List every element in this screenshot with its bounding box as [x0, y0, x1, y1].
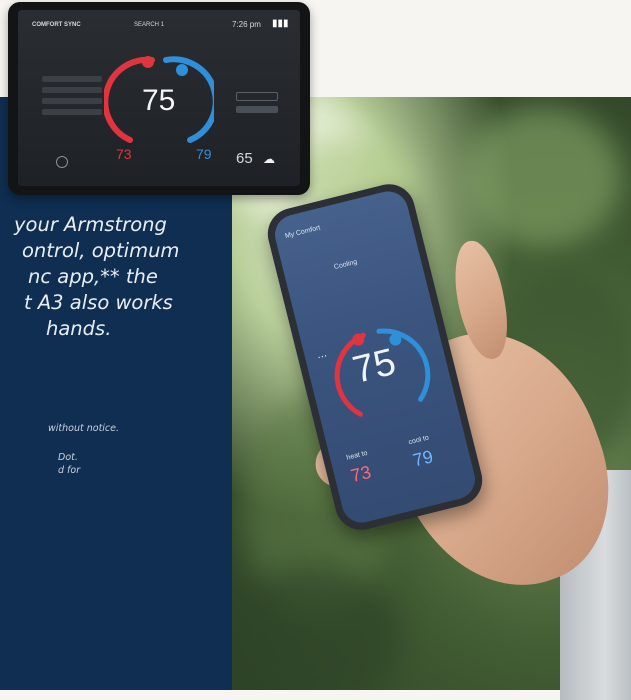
tablet-brand: COMFORT SYNC — [32, 22, 81, 28]
phone-title: My Comfort — [284, 224, 322, 241]
weather-cloud-icon: ☁ — [263, 152, 275, 166]
outdoor-temperature: 65 — [236, 150, 253, 167]
feature-description: your Armstrong ontrol, optimum nc app,**… — [0, 212, 228, 342]
footnote-1: without notice. — [48, 423, 120, 434]
tablet-zone: SEARCH 1 — [134, 22, 165, 28]
home-icon[interactable] — [56, 156, 68, 168]
tablet-side-buttons — [236, 92, 278, 113]
tablet-menu — [42, 76, 102, 120]
phone-mode: Cooling — [333, 258, 359, 272]
tablet-heat-setpoint[interactable]: 73 — [116, 146, 132, 162]
cool-to-label: cool to — [407, 434, 430, 447]
description-line-1: your Armstrong — [14, 213, 167, 236]
tablet-temperature: 75 — [142, 84, 176, 117]
tablet-cool-setpoint[interactable]: 79 — [196, 146, 212, 162]
phone-heat-setpoint[interactable]: 73 — [349, 462, 374, 487]
footnote-2: Dot. — [58, 452, 78, 463]
thermostat-screen: COMFORT SYNC SEARCH 1 7:26 pm ▮▮▮ 75 73 … — [18, 10, 300, 186]
heat-to-label: heat to — [345, 449, 369, 462]
description-line-3: nc app,** the — [28, 265, 158, 288]
signal-icon: ▮▮▮ — [272, 18, 289, 29]
footnote-3: d for — [58, 465, 81, 476]
thermostat-tablet: COMFORT SYNC SEARCH 1 7:26 pm ▮▮▮ 75 73 … — [8, 2, 310, 195]
description-line-5: hands. — [46, 317, 112, 340]
tablet-time: 7:26 pm — [232, 20, 261, 29]
phone-cool-setpoint[interactable]: 79 — [411, 446, 436, 471]
description-line-2: ontrol, optimum — [22, 239, 180, 262]
description-line-4: t A3 also works — [24, 291, 173, 314]
